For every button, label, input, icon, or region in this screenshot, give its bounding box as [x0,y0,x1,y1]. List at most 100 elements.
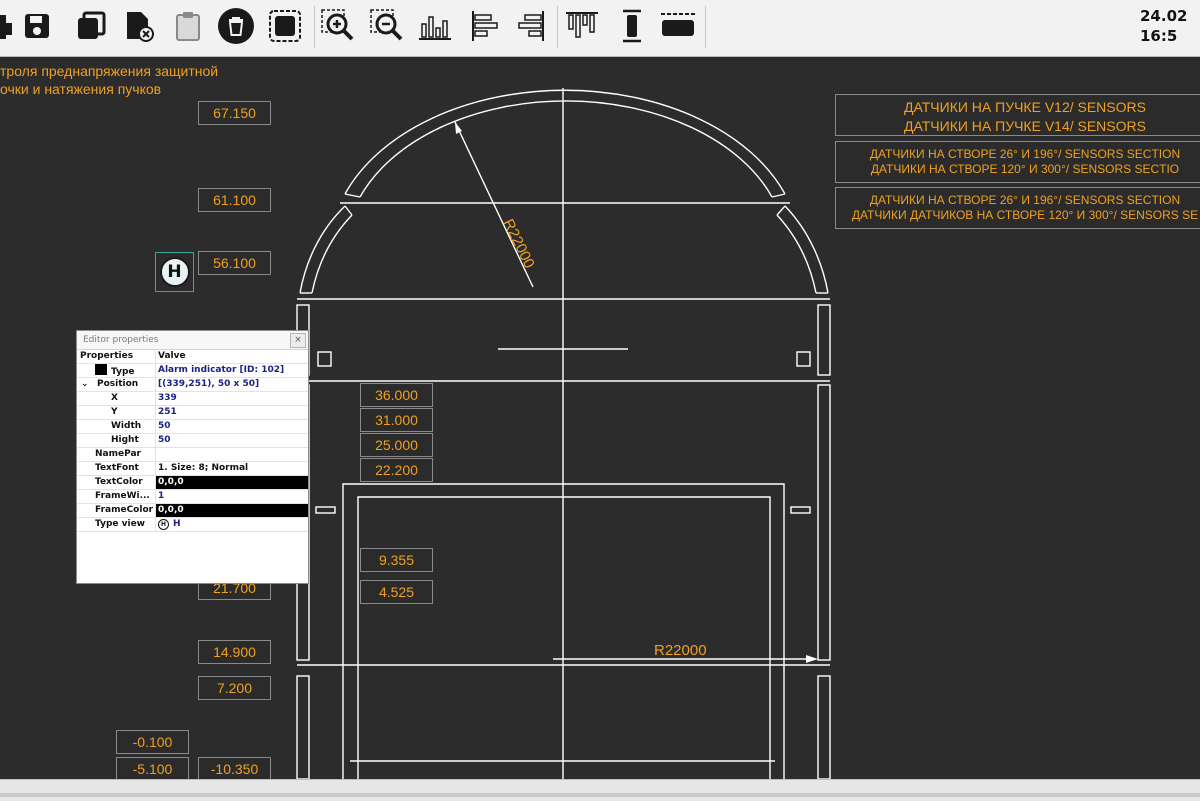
legend-line: ДАТЧИКИ НА ПУЧКЕ V12/ SENSORS [904,99,1146,115]
property-value[interactable]: Alarm indicator [ID: 102] [155,364,308,377]
property-value[interactable]: Valve [155,350,308,363]
value-box[interactable]: 67.150 [198,101,271,125]
clock: 24.02 16:5 [1140,6,1200,46]
property-row-namepar: NamePar [77,448,308,462]
zoom-in-icon [321,9,354,41]
save-button[interactable] [16,4,58,48]
copy-button[interactable] [70,4,112,48]
align-right-icon [518,11,544,41]
property-row-position: ⌄ Position [(339,251), 50 x 50] [77,378,308,392]
distribute-horizontal-icon [661,13,695,36]
property-value[interactable]: [(339,251), 50 x 50] [155,378,308,391]
align-top-button[interactable] [561,4,603,48]
property-row-typeview: Type view HH [77,518,308,532]
distribute-vertical-button[interactable] [611,4,653,48]
radius-label-arc: R22000 [499,216,537,271]
value-box[interactable]: 25.000 [360,433,433,457]
radius-label-horizontal: R22000 [654,642,707,659]
value-box[interactable]: 31.000 [360,408,433,432]
property-value[interactable]: 0,0,0 [155,504,308,517]
property-value[interactable]: 50 [155,434,308,447]
toolbar-separator [705,6,706,48]
select-frame-button[interactable] [264,4,306,48]
property-row-x: X 339 [77,392,308,406]
property-row-textcolor: TextColor 0,0,0 [77,476,308,490]
editor-properties-title-bar[interactable]: Editor properties × [77,331,308,350]
zoom-out-button[interactable] [366,4,408,48]
value-box[interactable]: 9.355 [360,548,433,572]
property-row-height: Hight 50 [77,434,308,448]
property-value[interactable] [155,448,308,461]
value-box[interactable]: -5.100 [116,757,189,781]
legend-line: ДАТЧИКИ НА ПУЧКЕ V14/ SENSORS [904,118,1146,134]
property-name: Properties [80,351,134,361]
property-row-type: Type Alarm indicator [ID: 102] [77,364,308,378]
copy-icon [78,11,106,39]
value-box[interactable]: 56.100 [198,251,271,275]
editor-properties-window[interactable]: Editor properties × Properties Valve Typ… [76,330,309,584]
legend-line: ДАТЧИКИ НА СТВОРЕ 26° И 196°/ SENSORS SE… [869,193,1181,207]
property-value[interactable]: 251 [155,406,308,419]
property-value[interactable]: 1. Size: 8; Normal [155,462,308,475]
value-box[interactable]: 4.525 [360,580,433,604]
value-box[interactable]: 7.200 [198,676,271,700]
property-row-width: Width 50 [77,420,308,434]
horizontal-scrollbar[interactable] [0,793,1200,797]
value-box[interactable]: 36.000 [360,383,433,407]
distribute-vertical-icon [623,9,641,43]
value-box[interactable]: -10.350 [198,757,271,781]
align-left-icon [472,11,498,41]
collapse-chevron-icon[interactable]: ⌄ [81,378,93,391]
delete-file-icon [127,12,154,42]
clock-time: 16:5 [1140,27,1178,45]
property-grid: Properties Valve Type Alarm indicator [I… [77,350,308,532]
property-value: H [173,519,181,529]
caption-line-2: очки и натяжения пучков [0,81,162,97]
clipboard-icon [176,12,200,41]
align-left-button[interactable] [463,4,505,48]
align-top-icon [566,12,598,38]
zoom-in-button[interactable] [317,4,359,48]
align-right-button[interactable] [511,4,553,48]
value-box[interactable]: -0.100 [116,730,189,754]
trash-button[interactable] [215,4,257,48]
caption-line-1: троля преднапряжения защитной [0,63,219,79]
component-icon [95,364,107,375]
property-value[interactable]: 339 [155,392,308,405]
value-box[interactable]: 22.200 [360,458,433,482]
property-row-header: Properties Valve [77,350,308,364]
close-button[interactable]: × [290,333,306,348]
property-value[interactable]: 0,0,0 [155,476,308,489]
value-box[interactable]: 61.100 [198,188,271,212]
property-row-y: Y 251 [77,406,308,420]
legend-line: ДАТЧИКИ НА СТВОРЕ 26° И 196°/ SENSORS SE… [869,147,1181,161]
alarm-indicator[interactable]: H [155,252,194,292]
distribute-horizontal-button[interactable] [657,4,699,48]
editor-properties-title: Editor properties [83,335,159,345]
clock-date: 24.02 [1140,7,1188,25]
property-row-framecolor: FrameColor 0,0,0 [77,504,308,518]
property-row-textfont: TextFont 1. Size: 8; Normal [77,462,308,476]
property-value[interactable]: 1 [155,490,308,503]
property-value-typeview[interactable]: HH [155,518,308,531]
status-bar [0,779,1200,801]
alarm-indicator-icon: H [159,257,190,287]
legend-sensors-v[interactable]: ДАТЧИКИ НА ПУЧКЕ V12/ SENSORS ДАТЧИКИ НА… [835,94,1200,136]
toolbar-separator [557,6,558,48]
legend-sensors-section-2[interactable]: ДАТЧИКИ НА СТВОРЕ 26° И 196°/ SENSORS SE… [835,187,1200,229]
value-box[interactable]: 14.900 [198,640,271,664]
delete-file-button[interactable] [117,4,159,48]
save-icon [25,14,49,38]
align-bottom-button[interactable] [414,4,456,48]
property-name-position: ⌄ Position [77,378,159,391]
toolbar: 24.02 16:5 [0,0,1200,57]
legend-line: ДАТЧИКИ ДАТЧИКОВ НА СТВОРЕ 120° И 300°/ … [851,208,1199,222]
clipboard-button[interactable] [167,4,209,48]
property-value[interactable]: 50 [155,420,308,433]
select-frame-icon [269,10,301,42]
print-icon [0,15,12,39]
trash-icon [218,8,254,44]
legend-sensors-section-1[interactable]: ДАТЧИКИ НА СТВОРЕ 26° И 196°/ SENSORS SE… [835,141,1200,183]
toolbar-separator [314,6,315,48]
legend-line: ДАТЧИКИ НА СТВОРЕ 120° И 300°/ SENSORS S… [870,162,1180,176]
